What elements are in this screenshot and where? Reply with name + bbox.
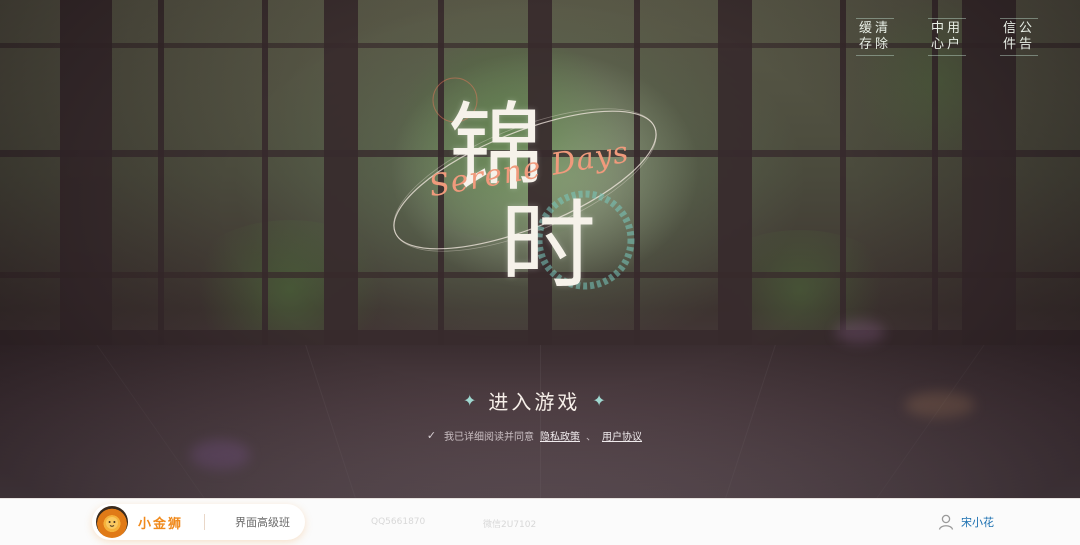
- menu-label-line2: 件告: [1003, 37, 1036, 52]
- divider: [204, 514, 205, 530]
- user-center-button[interactable]: 中用 心户: [928, 18, 966, 56]
- menu-label-line2: 存除: [859, 37, 892, 52]
- announcement-button[interactable]: 信公 件告: [1000, 18, 1038, 56]
- agreement-prefix: 我已详细阅读并同意: [444, 432, 534, 443]
- enter-game-label: 进入游戏: [488, 390, 581, 414]
- sparkle-icon: ✦: [463, 391, 477, 410]
- agreement-checkbox[interactable]: ✓: [425, 429, 438, 442]
- sparkle-icon: ✦: [592, 391, 606, 410]
- menu-label-line2: 心户: [931, 37, 964, 52]
- brand-subtitle: 界面高级班: [235, 516, 290, 529]
- user-name: 宋小花: [961, 516, 994, 529]
- footer-bar: 小金狮 界面高级班 QQ5661870 微信2U7102 宋小花: [0, 498, 1080, 545]
- lion-logo-icon: [96, 506, 128, 538]
- menu-label-line1: 中用: [931, 21, 964, 36]
- clear-cache-button[interactable]: 缓清 存除: [856, 18, 894, 56]
- agreement-separator: 、: [586, 432, 596, 443]
- watermark-text: 微信2U7102: [483, 520, 537, 530]
- top-menu: 缓清 存除 中用 心户 信公 件告: [856, 18, 1038, 56]
- privacy-policy-link[interactable]: 隐私政策: [540, 428, 580, 443]
- user-icon: [938, 514, 954, 530]
- user-account[interactable]: 宋小花: [937, 513, 994, 531]
- user-agreement-link[interactable]: 用户协议: [602, 428, 642, 443]
- brand-name: 小金狮: [138, 517, 184, 532]
- menu-label-line1: 信公: [1003, 21, 1036, 36]
- brand-badge: 小金狮 界面高级班: [92, 504, 305, 540]
- game-logo: 锦 时 Serene Days: [380, 70, 680, 330]
- agreement-row: ✓ 我已详细阅读并同意 隐私政策 、 用户协议: [425, 428, 642, 443]
- watermark-text: QQ5661870: [371, 517, 426, 527]
- menu-label-line1: 缓清: [859, 21, 892, 36]
- enter-game-button[interactable]: ✦ 进入游戏 ✦: [463, 386, 606, 415]
